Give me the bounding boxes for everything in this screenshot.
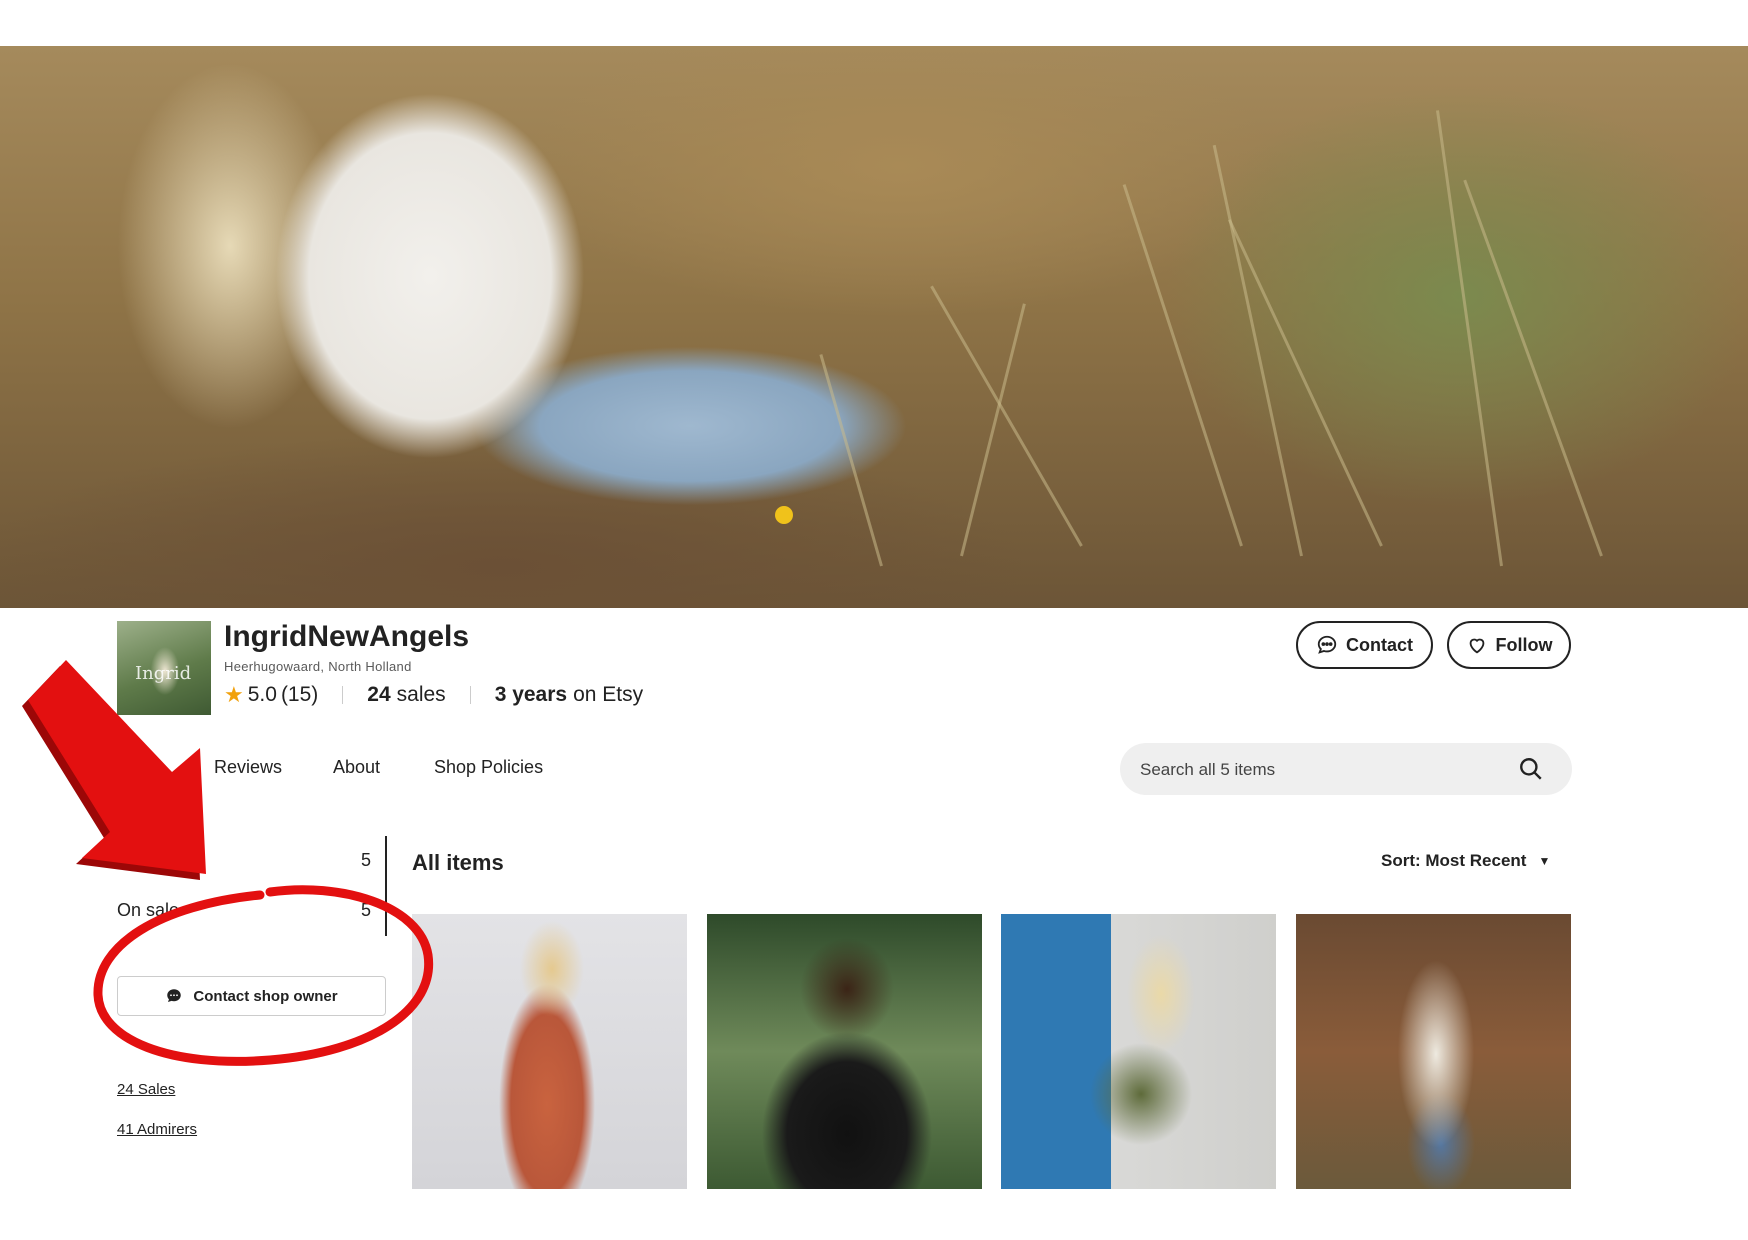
contact-button-label: Contact [1346, 634, 1413, 655]
shop-banner-image [0, 46, 1748, 608]
contact-button[interactable]: Contact [1296, 621, 1433, 669]
admirers-link[interactable]: 41 Admirers [117, 1121, 197, 1138]
avatar-logo-text: Ingrid [135, 663, 192, 684]
stats-divider [342, 686, 344, 704]
rating-value[interactable]: 5.0 [248, 683, 277, 707]
tab-about[interactable]: About [333, 757, 380, 778]
sales-number: 24 [367, 683, 391, 706]
product-card-image[interactable] [1001, 914, 1276, 1189]
search-input[interactable] [1138, 743, 1502, 797]
stats-divider [469, 686, 471, 704]
reviews-count[interactable]: (15) [281, 683, 318, 707]
heart-icon [1469, 638, 1484, 654]
section-all-count: 5 [361, 850, 372, 870]
product-card-image[interactable] [412, 914, 687, 1189]
search-icon[interactable] [1518, 756, 1544, 782]
product-card-image[interactable] [707, 914, 982, 1189]
sales-word: sales [396, 683, 446, 706]
follow-button[interactable]: Follow [1447, 621, 1571, 669]
shop-search [1120, 743, 1572, 797]
sales-link[interactable]: 24 Sales [117, 1081, 175, 1098]
product-card-image[interactable] [1296, 914, 1571, 1189]
sort-label: Sort: Most Recent [1381, 851, 1527, 870]
section-all[interactable]: All [117, 850, 137, 871]
tab-reviews[interactable]: Reviews [214, 757, 282, 778]
section-title: All items [412, 850, 504, 875]
section-on-sale[interactable]: On sale [117, 900, 179, 921]
years-suffix: on Etsy [573, 683, 644, 706]
years-number: 3 years [494, 683, 568, 706]
sort-dropdown[interactable]: Sort: Most Recent ▼ [1381, 851, 1550, 871]
tab-shop-policies[interactable]: Shop Policies [434, 757, 543, 778]
sidebar-active-indicator [385, 836, 387, 936]
follow-button-label: Follow [1495, 634, 1553, 655]
contact-shop-owner-button[interactable]: Contact shop owner [117, 976, 386, 1016]
shop-location: Heerhugowaard, North Holland [224, 659, 412, 674]
shop-avatar[interactable]: Ingrid [117, 621, 211, 715]
shop-stats: ★ 5.0 (15) 24 sales 3 years on Etsy [224, 682, 643, 708]
caret-down-icon: ▼ [1538, 854, 1551, 868]
shop-name: IngridNewAngels [224, 620, 470, 653]
contact-shop-owner-label: Contact shop owner [193, 987, 338, 1005]
star-icon: ★ [224, 682, 244, 707]
chat-bubble-icon [167, 989, 182, 1002]
section-on-sale-count: 5 [361, 900, 372, 920]
chat-icon [1317, 635, 1337, 654]
